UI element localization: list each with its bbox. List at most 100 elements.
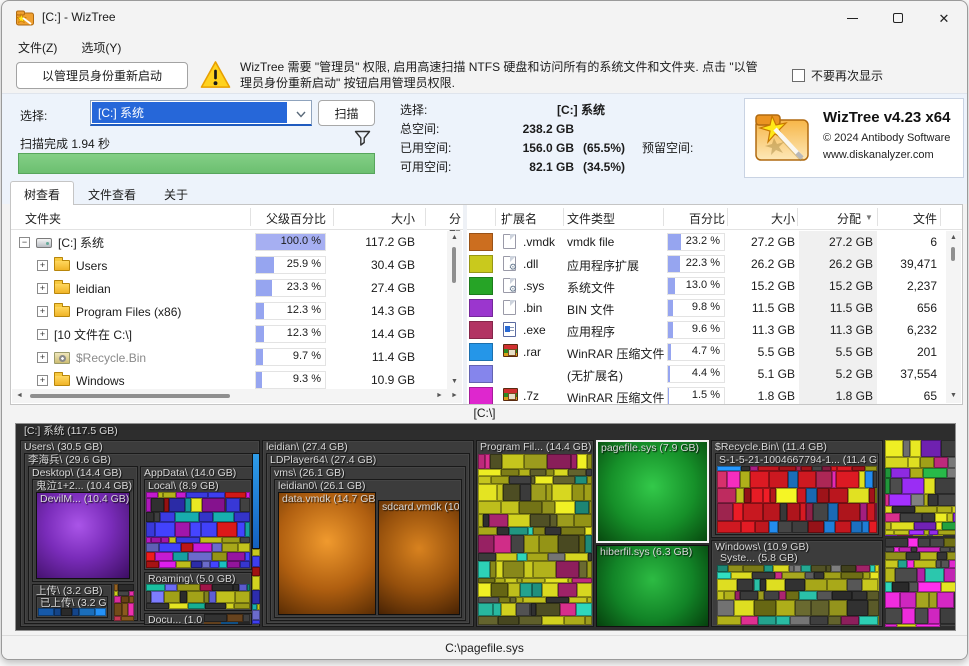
extension-table-row[interactable]: (无扩展名)4.4 %5.1 GB5.2 GB37,554 [467,363,946,385]
percent-value: 9.7 % [293,350,321,362]
treemap-tile [155,552,173,562]
dont-show-again-checkbox[interactable] [792,69,805,82]
treemap-mosaic[interactable] [38,608,106,616]
treemap-tile [177,584,200,591]
scrollbar-thumb[interactable] [452,247,456,283]
scroll-right-icon[interactable]: ► [432,389,447,403]
scroll-down-icon[interactable]: ▼ [946,389,961,403]
column-header-files[interactable]: 文件 [877,210,937,227]
folder-name-cell: +$Recycle.Bin [19,346,146,369]
scroll-right-icon[interactable]: ► [447,389,462,403]
treemap-mosaic[interactable] [478,454,592,625]
filter-icon[interactable] [354,130,371,147]
extension-table-row[interactable]: .dll应用程序扩展22.3 %26.2 GB26.2 GB39,471 [467,253,946,275]
folder-table-row[interactable]: +leidian23.3 %27.4 GB [11,277,447,300]
treemap[interactable]: [C:] 系统 (117.5 GB)Users\ (30.5 GB)李海兵\ (… [15,423,956,631]
drive-combobox[interactable]: [C:] 系统 [90,100,312,126]
tab-about[interactable]: 关于 [150,181,202,205]
expand-toggle[interactable]: − [19,237,30,248]
menu-file[interactable]: 文件(Z) [8,35,67,59]
treemap-mosaic[interactable] [114,584,134,621]
scrollbar-thumb[interactable] [30,394,230,398]
percent-bar-fill [256,257,274,273]
column-header-alloc[interactable]: 分配 [799,210,861,227]
scroll-up-icon[interactable]: ▲ [447,231,462,245]
treemap-tile [216,591,235,604]
extension-table-row[interactable]: .binBIN 文件9.8 %11.5 GB11.5 GB656 [467,297,946,319]
folder-table-row[interactable]: +[10 文件在 C:\]12.3 %14.4 GB [11,323,447,346]
treemap-mosaic[interactable] [252,549,260,624]
treemap-tile [558,583,577,596]
treemap-tile [589,501,592,514]
percent-value: 23.3 % [287,281,321,293]
treemap-mosaic[interactable] [717,466,877,533]
menu-options[interactable]: 选项(Y) [71,35,131,59]
treemap-file-block[interactable] [252,453,260,549]
folder-table-hscrollbar[interactable]: ◄ ► [12,389,447,403]
tab-tree-view[interactable]: 树查看 [10,181,74,205]
treemap-mosaic[interactable] [146,492,250,568]
column-header-parent-percent[interactable]: 父级百分比 [211,210,326,227]
folder-table-row[interactable]: +Program Files (x86)12.3 %14.3 GB [11,300,447,323]
close-button[interactable]: ✕ [921,1,967,35]
scrollbar-thumb[interactable] [951,247,955,261]
size-value: 117.2 GB [341,235,415,249]
expand-toggle[interactable]: + [37,306,48,317]
column-header-size[interactable]: 大小 [341,210,415,227]
expand-toggle[interactable]: + [37,260,48,271]
treemap-tile [731,572,752,579]
titlebar[interactable]: [C:] - WizTree ✕ [2,1,967,35]
extension-table-vscrollbar[interactable]: ▲ ▼ [946,231,961,403]
treemap-mosaic[interactable] [885,538,956,627]
treemap-file-block[interactable]: data.vmdk (14.7 GB) [278,492,376,615]
column-header-filetype[interactable]: 文件类型 [567,210,615,227]
column-header-folder[interactable]: 文件夹 [25,210,61,227]
app-window: [C:] - WizTree ✕ 文件(Z) 选项(Y) 以管理员身份重新启动 … [1,0,968,660]
folder-table-row[interactable]: +Windows9.3 %10.9 GB [11,369,447,389]
treemap-file-block[interactable]: sdcard.vmdk (10.3 GB) [378,500,460,615]
percent-value: 22.3 % [686,257,720,269]
folder-name-cell: +[10 文件在 C:\] [19,323,132,346]
folder-table-row[interactable]: +$Recycle.Bin9.7 %11.4 GB [11,346,447,369]
scroll-down-icon[interactable]: ▼ [447,375,462,389]
treemap-tile [915,608,928,624]
maximize-button[interactable] [875,1,921,35]
treemap-tile [516,603,530,616]
treemap-mosaic[interactable] [885,440,956,536]
treemap-selected-block[interactable]: pagefile.sys (7.9 GB) [596,440,709,543]
folder-name: Windows [76,374,125,388]
extension-table-row[interactable]: .7zWinRAR 压缩文件1.5 %1.8 GB1.8 GB65 [467,385,946,404]
tab-file-view[interactable]: 文件查看 [74,181,150,205]
dont-show-again[interactable]: 不要再次显示 [792,67,883,84]
expand-toggle[interactable]: + [37,329,48,340]
treemap-tile [239,584,247,591]
column-header-extension[interactable]: 扩展名 [501,210,537,227]
extension-table-row[interactable]: .rarWinRAR 压缩文件4.7 %5.5 GB5.5 GB201 [467,341,946,363]
treemap-mosaic[interactable] [146,584,250,609]
percent-value: 9.6 % [692,323,720,335]
treemap-mosaic[interactable] [204,614,250,624]
expand-toggle[interactable]: + [37,283,48,294]
extension-table-row[interactable]: .exe应用程序9.6 %11.3 GB11.3 GB6,232 [467,319,946,341]
treemap-tile [114,616,121,621]
treemap-tile [146,584,165,591]
treemap-file-block[interactable]: hiberfil.sys (6.3 GB) [596,545,709,627]
scroll-left-icon[interactable]: ◄ [12,389,27,403]
expand-toggle[interactable]: + [37,352,48,363]
restart-as-admin-button[interactable]: 以管理员身份重新启动 [16,62,188,89]
treemap-mosaic[interactable] [717,565,879,625]
scan-button[interactable]: 扫描 [318,100,375,126]
column-header-percent[interactable]: 百分比 [665,210,725,227]
expand-toggle[interactable]: + [37,375,48,386]
extension-table-row[interactable]: .vmdkvmdk file23.2 %27.2 GB27.2 GB6 [467,231,946,253]
column-header-size[interactable]: 大小 [729,210,795,227]
folder-table-row[interactable]: +Users25.9 %30.4 GB [11,254,447,277]
scroll-up-icon[interactable]: ▲ [946,231,961,245]
folder-table-vscrollbar[interactable]: ▲ ▼ [447,231,462,389]
extension-table-row[interactable]: .sys系统文件13.0 %15.2 GB15.2 GB2,237 [467,275,946,297]
treemap-file-block[interactable]: DevilM... (10.4 GB) [36,492,130,579]
website-link[interactable]: www.diskanalyzer.com [823,149,934,161]
percent-bar-cell: 12.3 % [255,302,326,320]
minimize-button[interactable] [829,1,875,35]
folder-table-row[interactable]: −[C:] 系统100.0 %117.2 GB [11,231,447,254]
